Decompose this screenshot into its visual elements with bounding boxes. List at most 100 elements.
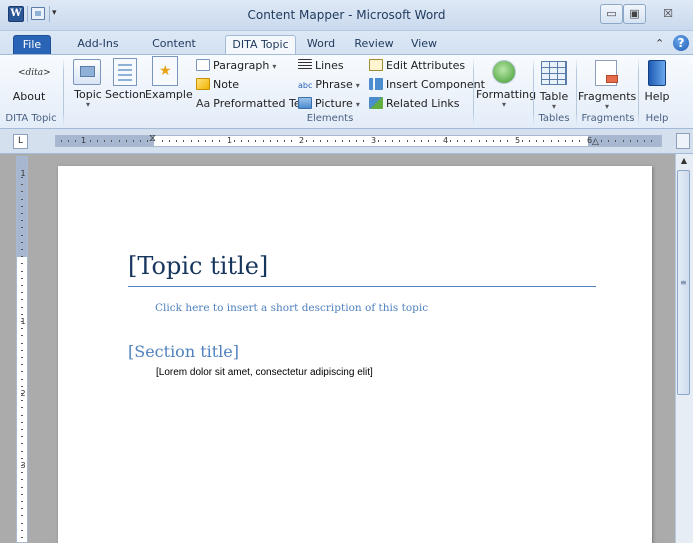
ruler-tick xyxy=(363,140,365,142)
ruler-tick xyxy=(493,140,494,142)
edit-attributes-button[interactable]: Edit Attributes xyxy=(369,58,465,74)
help-icon[interactable]: ? xyxy=(673,35,689,51)
ruler-tick xyxy=(140,140,142,142)
ruler-tick xyxy=(435,140,437,142)
phrase-icon: abc xyxy=(298,81,313,90)
topic-button[interactable]: Topic ▾ xyxy=(70,58,106,112)
ruler-tick xyxy=(557,140,559,142)
scroll-up-arrow-icon[interactable]: ▲ xyxy=(677,156,691,168)
ruler-tick xyxy=(205,140,206,142)
ruler-tick xyxy=(21,407,23,409)
right-indent-marker-icon[interactable]: △ xyxy=(592,137,599,147)
section-title-placeholder[interactable]: [Section title] xyxy=(128,342,239,361)
ruler-tick xyxy=(507,140,509,142)
topic-title-placeholder[interactable]: [Topic title] xyxy=(128,252,268,280)
section-button[interactable]: Section xyxy=(105,58,146,102)
ruler-tick xyxy=(21,184,23,186)
ruler-tick xyxy=(21,349,23,351)
note-icon xyxy=(196,78,210,90)
ruler-tick xyxy=(572,140,574,142)
paragraph-button[interactable]: Paragraph ▾ xyxy=(196,58,276,74)
window-title: Content Mapper - Microsoft Word xyxy=(247,8,446,22)
chevron-down-icon: ▾ xyxy=(355,81,360,90)
tab-file[interactable]: File xyxy=(13,35,51,55)
ruler-tick xyxy=(125,140,127,142)
chevron-down-icon: ▾ xyxy=(551,102,556,111)
tab-word[interactable]: Word xyxy=(302,35,340,55)
example-icon: ★ xyxy=(152,56,178,86)
title-bar: W ▾ Content Mapper - Microsoft Word ▭ ▣ … xyxy=(0,0,693,31)
ruler-tick xyxy=(21,198,23,200)
note-button[interactable]: Note xyxy=(196,77,239,93)
help-book-icon xyxy=(648,60,666,86)
fragments-button[interactable]: Fragments ▾ xyxy=(578,58,636,112)
tab-add-ins[interactable]: Add-Ins xyxy=(75,35,121,55)
ruler-tick xyxy=(21,400,23,402)
ruler-tick xyxy=(385,140,386,142)
ruler-tick xyxy=(21,479,23,481)
tab-review[interactable]: Review xyxy=(352,35,396,55)
ruler-tick xyxy=(111,140,113,142)
ruler-tick xyxy=(262,140,264,142)
ruler-tick xyxy=(21,501,23,502)
note-label: Note xyxy=(213,78,240,91)
ruler-tick xyxy=(75,140,77,142)
horizontal-ruler[interactable]: 1 1 2 3 4 5 6 ⧖ △ xyxy=(55,133,662,147)
ruler-tick xyxy=(349,140,350,142)
ruler-tick xyxy=(478,140,480,142)
picture-button[interactable]: Picture ▾ xyxy=(298,96,360,112)
ruler-tick xyxy=(21,364,23,366)
ruler-tick xyxy=(550,140,552,142)
minimize-button[interactable]: ▭ xyxy=(600,4,623,24)
lines-button[interactable]: Lines xyxy=(298,58,344,74)
ruler-tick xyxy=(21,465,23,466)
short-description-placeholder[interactable]: Click here to insert a short description… xyxy=(155,302,428,314)
ruler-tick xyxy=(334,140,336,142)
section-label: Section xyxy=(105,88,146,101)
ruler-tick xyxy=(21,385,23,387)
tab-dita-topic[interactable]: DITA Topic xyxy=(225,35,296,55)
group-label-tables: Tables xyxy=(538,113,570,124)
example-button[interactable]: ★ Example xyxy=(145,56,193,101)
ruler-tick xyxy=(269,140,271,142)
table-button[interactable]: Table ▾ xyxy=(535,58,573,112)
ruler-tick xyxy=(21,306,23,308)
ruler-tick xyxy=(21,378,23,380)
ruler-tick xyxy=(21,357,23,358)
ruler-number: 1 xyxy=(227,136,233,145)
tab-view[interactable]: View xyxy=(407,35,441,55)
body-paragraph[interactable]: [Lorem dolor sit amet, consectetur adipi… xyxy=(156,367,373,378)
vertical-ruler[interactable]: 1 1 2 3 xyxy=(16,156,28,543)
ruler-tick xyxy=(21,241,23,243)
close-button[interactable]: ☒ xyxy=(651,4,685,24)
help-button[interactable]: Help xyxy=(640,58,674,108)
ruler-tick xyxy=(21,285,23,286)
ruler-tick xyxy=(212,140,214,142)
ruler-tick xyxy=(118,140,120,142)
ruler-tick xyxy=(21,205,23,207)
maximize-button[interactable]: ▣ xyxy=(623,4,646,24)
minimize-ribbon-icon[interactable]: ⌃ xyxy=(655,37,664,50)
ruler-tick xyxy=(183,140,185,142)
about-label: About xyxy=(12,90,46,103)
tab-content-mapper[interactable]: Content Mapper xyxy=(131,35,217,68)
ruler-tick xyxy=(21,522,23,524)
formatting-button[interactable]: Formatting ▾ xyxy=(476,58,536,112)
group-separator xyxy=(473,58,474,126)
phrase-button[interactable]: abc Phrase ▾ xyxy=(298,77,360,93)
ruler-tick xyxy=(428,140,430,142)
ruler-tick xyxy=(176,140,178,142)
about-button[interactable]: <dita> About xyxy=(6,60,52,110)
help-label: Help xyxy=(644,90,670,103)
insert-component-button[interactable]: Insert Component xyxy=(369,77,485,93)
preformatted-text-button[interactable]: Aa Preformatted Text xyxy=(196,96,311,112)
tab-selector-button[interactable]: L xyxy=(13,134,28,149)
view-ruler-icon[interactable] xyxy=(676,133,690,149)
formatting-icon xyxy=(492,60,516,84)
ruler-tick xyxy=(21,443,23,445)
ruler-tick xyxy=(21,537,23,538)
dita-logo-icon: <dita> xyxy=(18,68,51,78)
related-links-button[interactable]: Related Links xyxy=(369,96,460,112)
indent-marker-icon[interactable]: ⧖ xyxy=(149,133,156,144)
ruler-tick xyxy=(356,140,358,142)
